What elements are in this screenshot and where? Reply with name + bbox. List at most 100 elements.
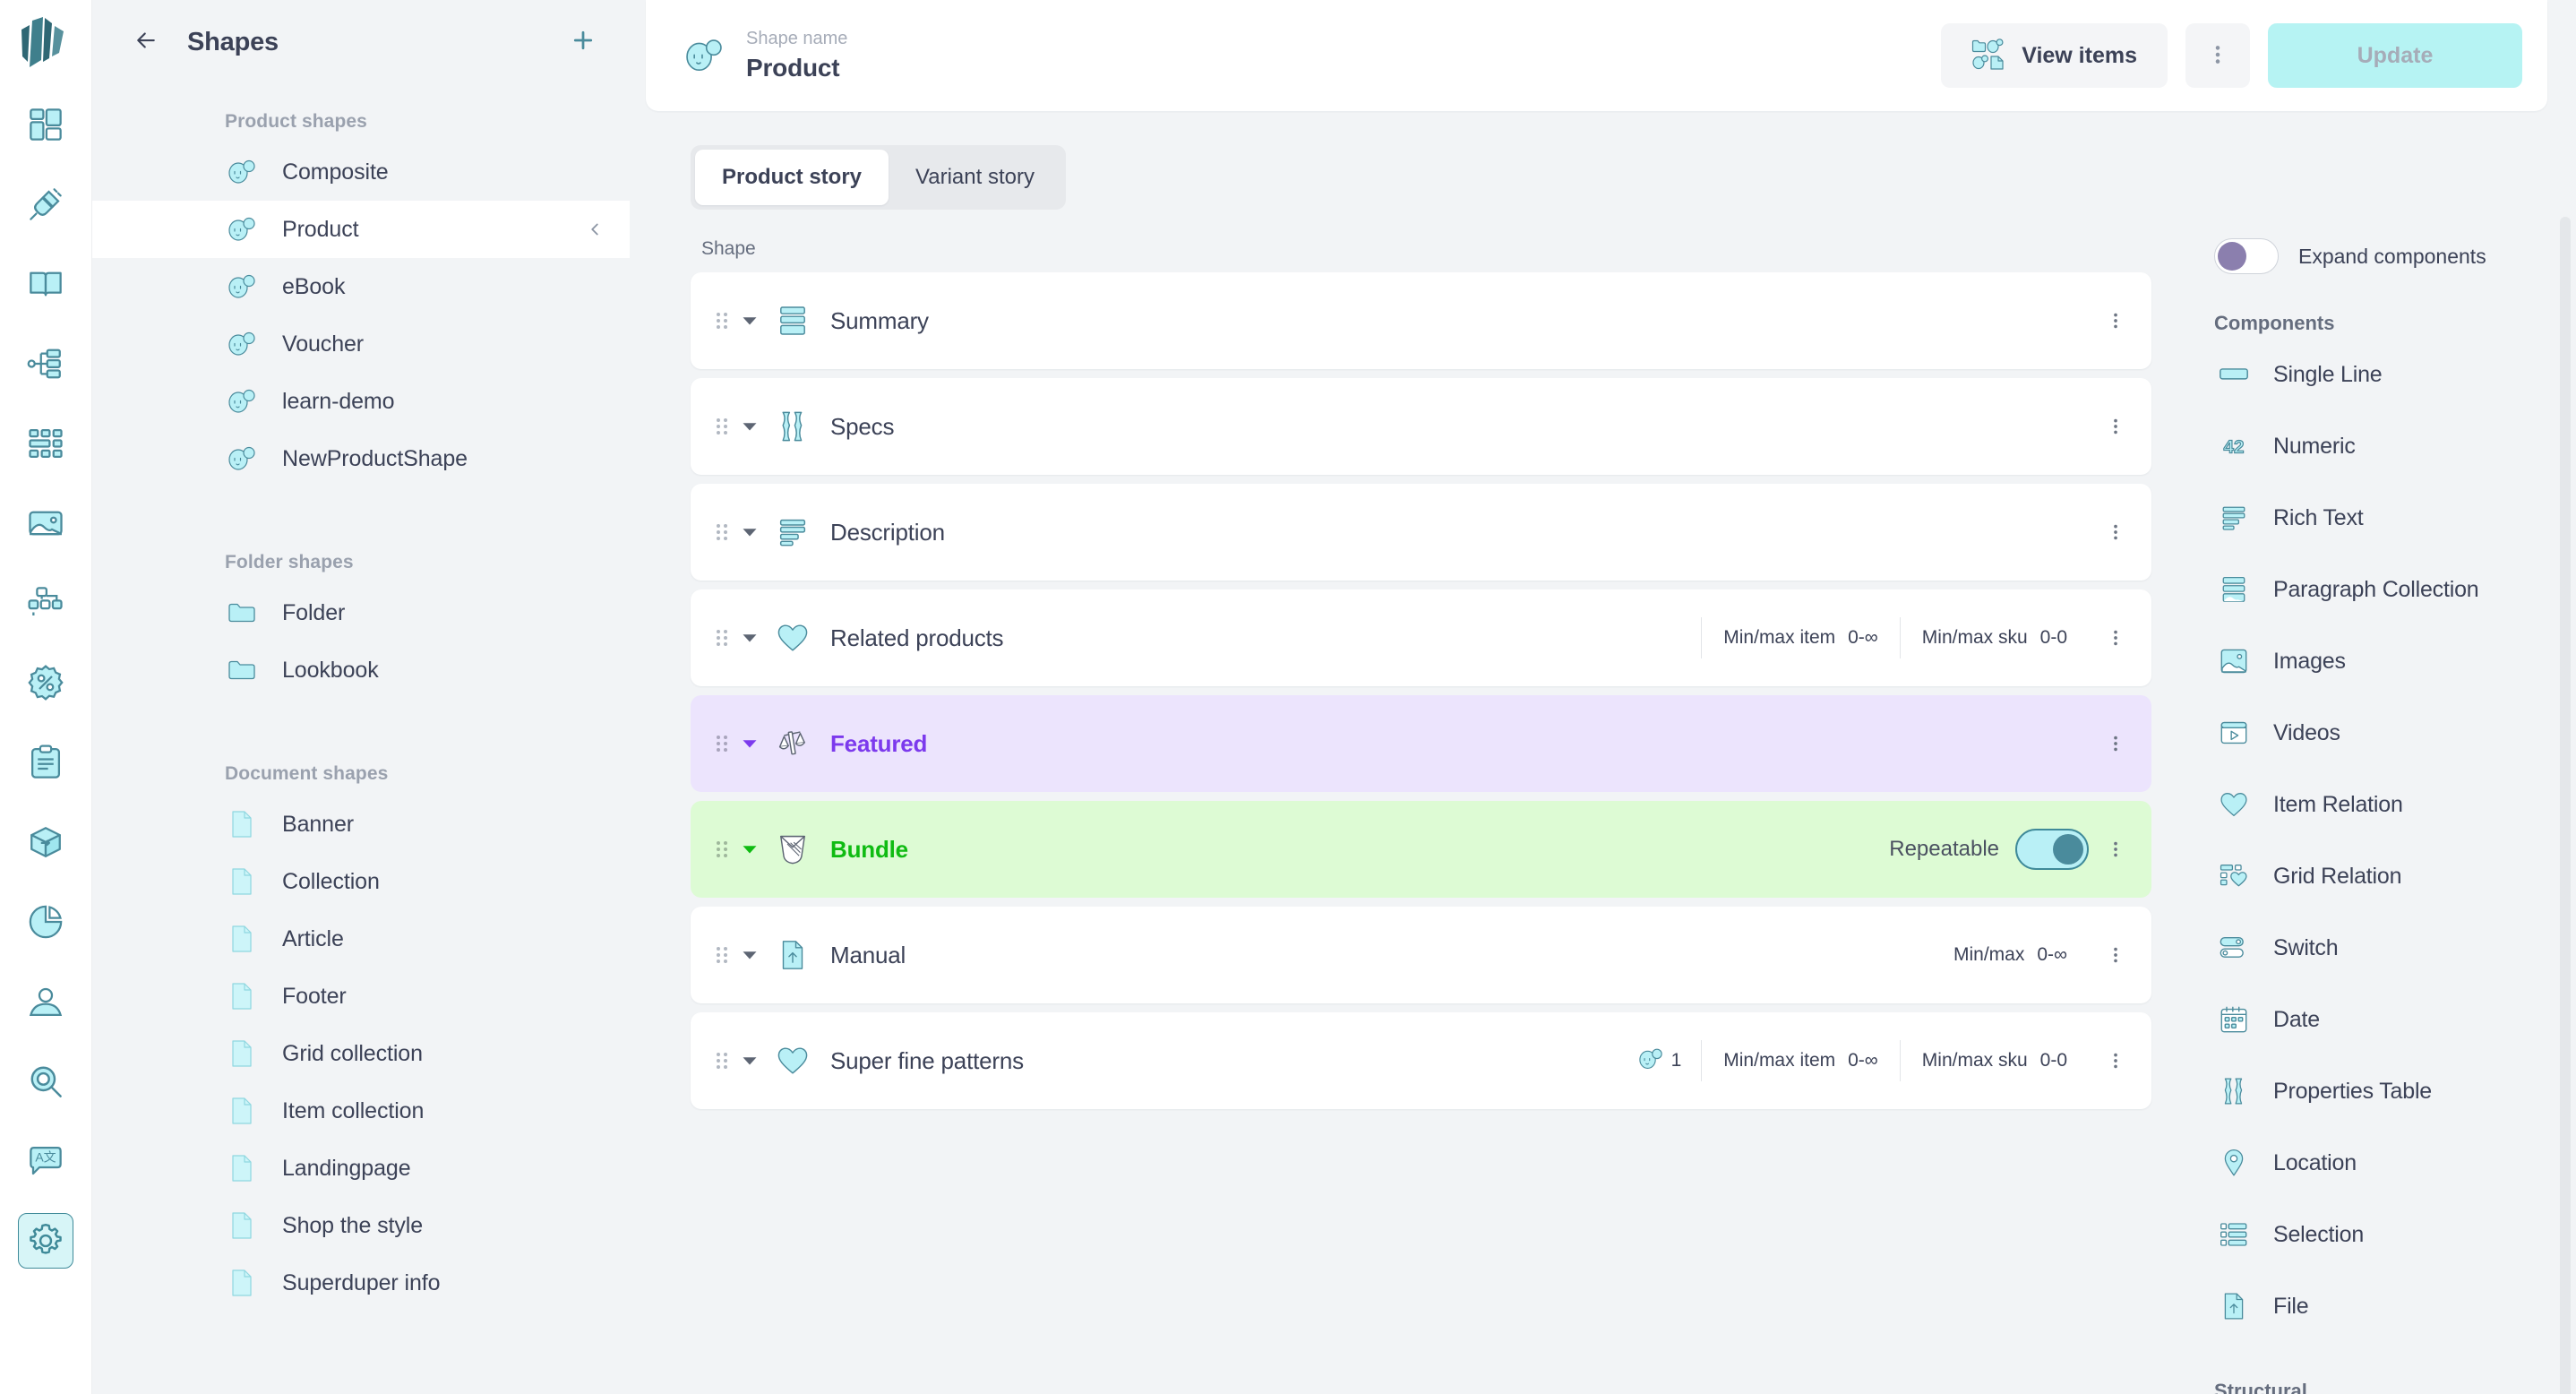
component-selection[interactable]: Selection bbox=[2198, 1199, 2546, 1270]
shape-item-collection[interactable]: Collection bbox=[92, 853, 630, 910]
table-row[interactable]: Description bbox=[691, 484, 2151, 581]
shape-item-learn-demo[interactable]: learn-demo bbox=[92, 373, 630, 430]
sidebar-item-plug[interactable] bbox=[18, 176, 73, 232]
drag-handle-icon[interactable] bbox=[710, 732, 734, 755]
sidebar-item-topics[interactable] bbox=[18, 575, 73, 631]
drag-handle-icon[interactable] bbox=[710, 521, 734, 544]
update-button[interactable]: Update bbox=[2268, 23, 2522, 88]
shape-item-superduper-info[interactable]: Superduper info bbox=[92, 1254, 630, 1312]
component-label: Single Line bbox=[2273, 361, 2383, 387]
caret-down-icon[interactable] bbox=[734, 841, 766, 857]
caret-down-icon[interactable] bbox=[734, 630, 766, 646]
repeatable-toggle[interactable] bbox=[2015, 829, 2089, 870]
caret-down-icon[interactable] bbox=[734, 1053, 766, 1069]
sidebar-item-images[interactable] bbox=[18, 495, 73, 551]
component-videos[interactable]: Videos bbox=[2198, 697, 2546, 769]
table-row[interactable]: Summary bbox=[691, 272, 2151, 369]
crystallize-logo[interactable] bbox=[18, 13, 73, 73]
sidebar-item-analytics[interactable] bbox=[18, 894, 73, 950]
component-paragraph-collection[interactable]: Paragraph Collection bbox=[2198, 554, 2546, 625]
shape-item-landingpage[interactable]: Landingpage bbox=[92, 1140, 630, 1197]
component-date[interactable]: Date bbox=[2198, 984, 2546, 1055]
shape-item-product[interactable]: Product bbox=[92, 201, 630, 258]
row-more-button[interactable] bbox=[2096, 927, 2135, 983]
table-row[interactable]: Manual Min/max 0-∞ bbox=[691, 907, 2151, 1003]
component-rich-text[interactable]: Rich Text bbox=[2198, 482, 2546, 554]
book-icon bbox=[27, 265, 64, 303]
components-group-label: Components bbox=[2214, 312, 2335, 334]
row-more-button[interactable] bbox=[2096, 822, 2135, 877]
caret-down-icon[interactable] bbox=[734, 313, 766, 329]
shape-item-label: Voucher bbox=[282, 331, 365, 357]
shape-item-banner[interactable]: Banner bbox=[92, 796, 630, 853]
sidebar-item-search[interactable] bbox=[18, 1054, 73, 1109]
table-row[interactable]: Specs bbox=[691, 378, 2151, 475]
row-label: Related products bbox=[830, 624, 1004, 651]
shape-group-document: Document shapes Banner Collection Articl… bbox=[92, 736, 630, 1312]
caret-down-icon[interactable] bbox=[734, 947, 766, 963]
sidebar-item-orders[interactable] bbox=[18, 735, 73, 790]
view-items-button[interactable]: View items bbox=[1941, 23, 2168, 88]
caret-down-icon[interactable] bbox=[734, 736, 766, 752]
component-properties-table[interactable]: Properties Table bbox=[2198, 1055, 2546, 1127]
expand-components-toggle[interactable] bbox=[2214, 238, 2279, 274]
drag-handle-icon[interactable] bbox=[710, 415, 734, 438]
caret-down-icon[interactable] bbox=[734, 524, 766, 540]
group-label: Folder shapes bbox=[225, 552, 354, 572]
component-item-relation[interactable]: Item Relation bbox=[2198, 769, 2546, 840]
row-more-button[interactable] bbox=[2096, 610, 2135, 666]
row-more-button[interactable] bbox=[2096, 293, 2135, 348]
shape-item-folder[interactable]: Folder bbox=[92, 584, 630, 641]
shape-item-voucher[interactable]: Voucher bbox=[92, 315, 630, 373]
sidebar-item-dashboard[interactable] bbox=[18, 97, 73, 152]
back-button[interactable] bbox=[128, 24, 164, 60]
shape-item-newproductshape[interactable]: NewProductShape bbox=[92, 430, 630, 487]
add-shape-button[interactable] bbox=[565, 24, 601, 60]
row-more-button[interactable] bbox=[2096, 1033, 2135, 1089]
panel-scrollbar-track[interactable] bbox=[2560, 217, 2571, 1394]
sidebar-item-catalogue[interactable] bbox=[18, 256, 73, 312]
component-images[interactable]: Images bbox=[2198, 625, 2546, 697]
drag-handle-icon[interactable] bbox=[710, 943, 734, 967]
shape-item-item-collection[interactable]: Item collection bbox=[92, 1082, 630, 1140]
sidebar-item-translations[interactable]: A文 bbox=[18, 1133, 73, 1189]
sidebar-item-settings[interactable] bbox=[18, 1213, 73, 1269]
shape-item-shop-the-style[interactable]: Shop the style bbox=[92, 1197, 630, 1254]
topics-icon bbox=[27, 584, 64, 622]
sidebar-item-customers[interactable] bbox=[18, 974, 73, 1029]
shape-item-ebook[interactable]: eBook bbox=[92, 258, 630, 315]
component-numeric[interactable]: 42 Numeric bbox=[2198, 410, 2546, 482]
drag-handle-icon[interactable] bbox=[710, 1049, 734, 1072]
shape-item-composite[interactable]: Composite bbox=[92, 143, 630, 201]
component-grid-relation[interactable]: Grid Relation bbox=[2198, 840, 2546, 912]
drag-handle-icon[interactable] bbox=[710, 309, 734, 332]
shape-item-article[interactable]: Article bbox=[92, 910, 630, 968]
drag-handle-icon[interactable] bbox=[710, 838, 734, 861]
shape-item-footer[interactable]: Footer bbox=[92, 968, 630, 1025]
tab-product-story[interactable]: Product story bbox=[695, 150, 889, 205]
sidebar-item-discounts[interactable] bbox=[18, 655, 73, 710]
tab-variant-story[interactable]: Variant story bbox=[889, 150, 1061, 205]
row-more-button[interactable] bbox=[2096, 716, 2135, 771]
table-row[interactable]: Bundle Repeatable bbox=[691, 801, 2151, 898]
component-single-line[interactable]: Single Line bbox=[2198, 339, 2546, 410]
shape-item-lookbook[interactable]: Lookbook bbox=[92, 641, 630, 699]
chevron-left-icon[interactable] bbox=[585, 219, 605, 239]
component-file[interactable]: File bbox=[2198, 1270, 2546, 1342]
component-location[interactable]: Location bbox=[2198, 1127, 2546, 1199]
row-more-button[interactable] bbox=[2096, 399, 2135, 454]
shape-item-grid-collection[interactable]: Grid collection bbox=[92, 1025, 630, 1082]
sidebar-item-grid[interactable] bbox=[18, 416, 73, 471]
table-row[interactable]: Related products Min/max item 0-∞ Min/ma… bbox=[691, 589, 2151, 686]
sidebar-item-subscriptions[interactable] bbox=[18, 814, 73, 870]
topbar-more-button[interactable] bbox=[2185, 23, 2250, 88]
row-more-button[interactable] bbox=[2096, 504, 2135, 560]
drag-handle-icon[interactable] bbox=[710, 626, 734, 650]
shapes-list[interactable]: Product shapes Composite Product eBook V… bbox=[92, 84, 630, 1394]
shape-group-product: Product shapes Composite Product eBook V… bbox=[92, 84, 630, 487]
sidebar-item-hierarchy[interactable] bbox=[18, 336, 73, 392]
table-row[interactable]: Super fine patterns 1 Min/max item 0-∞ M… bbox=[691, 1012, 2151, 1109]
component-switch[interactable]: Switch bbox=[2198, 912, 2546, 984]
caret-down-icon[interactable] bbox=[734, 418, 766, 435]
table-row[interactable]: Featured bbox=[691, 695, 2151, 792]
